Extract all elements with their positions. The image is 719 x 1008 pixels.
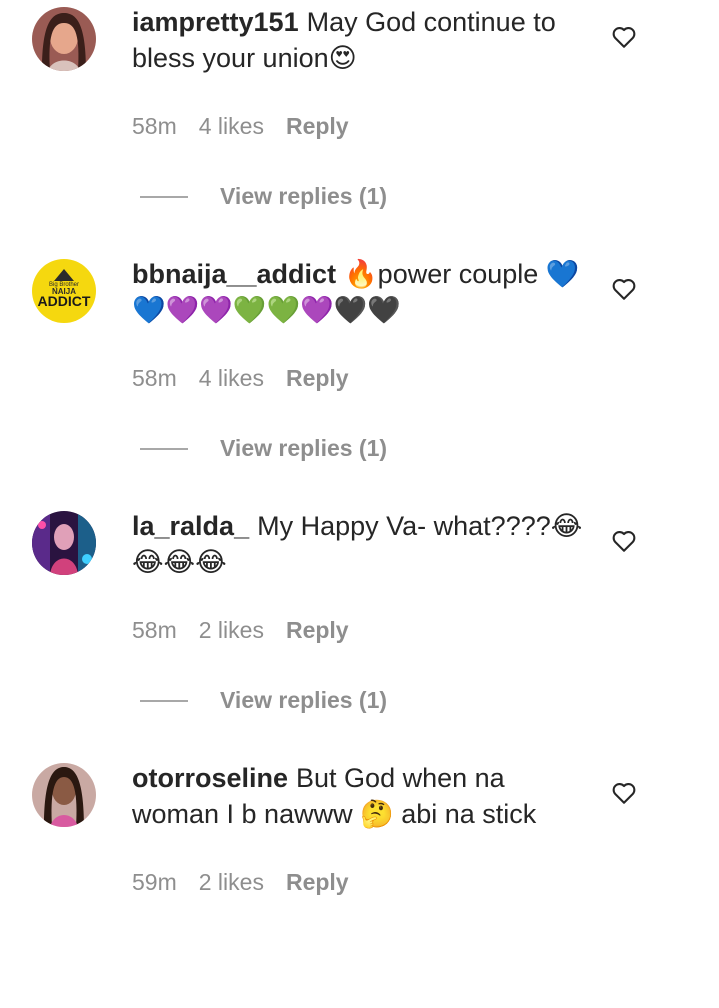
comment-meta: 58m 2 likes Reply (132, 614, 371, 646)
reply-button[interactable]: Reply (286, 869, 349, 895)
comment-meta: 58m 4 likes Reply (132, 362, 371, 394)
comment-meta: 59m 2 likes Reply (132, 866, 371, 898)
comment-username[interactable]: otorroseline (132, 763, 288, 793)
comment-username[interactable]: la_ralda_ (132, 511, 249, 541)
like-count[interactable]: 2 likes (199, 869, 264, 895)
avatar[interactable] (32, 7, 96, 71)
comment-text: otorroseline But God when na woman I b na… (132, 760, 587, 832)
comment-time: 59m (132, 869, 177, 895)
comment-time: 58m (132, 113, 177, 139)
heart-outline-icon[interactable] (611, 276, 637, 302)
comment-time: 58m (132, 365, 177, 391)
avatar[interactable] (32, 511, 96, 575)
heart-outline-icon[interactable] (611, 528, 637, 554)
reply-button[interactable]: Reply (286, 365, 349, 391)
logo-line-3: ADDICT (38, 293, 91, 309)
comment-item: otorroseline But God when na woman I b na… (0, 756, 719, 1008)
view-replies-label[interactable]: View replies (1) (220, 684, 387, 716)
divider-line (140, 700, 188, 702)
comment-text: la_ralda_ My Happy Va- what????😂😂😂😂 (132, 508, 587, 580)
heart-outline-icon[interactable] (611, 24, 637, 50)
view-replies-label[interactable]: View replies (1) (220, 180, 387, 212)
like-count[interactable]: 4 likes (199, 365, 264, 391)
comment-text: iampretty151 May God continue to bless yo… (132, 4, 587, 76)
divider-line (140, 448, 188, 450)
like-count[interactable]: 4 likes (199, 113, 264, 139)
like-count[interactable]: 2 likes (199, 617, 264, 643)
comment-meta: 58m 4 likes Reply (132, 110, 371, 142)
comment-text: bbnaija__addict 🔥power couple 💙💙💜💜💚💚💜🖤🖤 (132, 256, 587, 328)
view-replies-label[interactable]: View replies (1) (220, 432, 387, 464)
reply-button[interactable]: Reply (286, 617, 349, 643)
avatar[interactable]: Big Brother NAIJA ADDICT (32, 259, 96, 323)
divider-line (140, 196, 188, 198)
comment-time: 58m (132, 617, 177, 643)
comment-username[interactable]: iampretty151 (132, 7, 299, 37)
comment-item: iampretty151 May God continue to bless yo… (0, 0, 719, 252)
comment-item: la_ralda_ My Happy Va- what????😂😂😂😂 58m 2 … (0, 504, 719, 756)
comment-item: Big Brother NAIJA ADDICT bbnaija__addict… (0, 252, 719, 504)
heart-outline-icon[interactable] (611, 780, 637, 806)
reply-button[interactable]: Reply (286, 113, 349, 139)
avatar[interactable] (32, 763, 96, 827)
comment-username[interactable]: bbnaija__addict (132, 259, 336, 289)
